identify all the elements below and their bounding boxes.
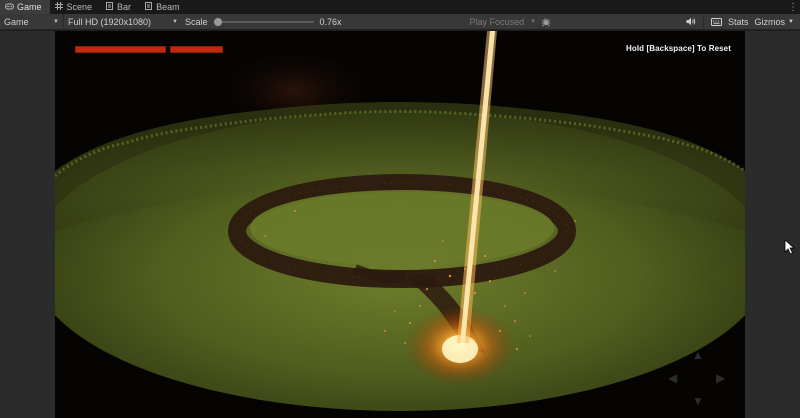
display-mode-dropdown[interactable]: Game ▼	[0, 13, 64, 30]
health-bar	[75, 46, 166, 53]
display-mode-value: Game	[4, 16, 29, 27]
tab-game[interactable]: Game	[0, 0, 50, 14]
scale-label: Scale	[185, 16, 208, 27]
game-render-view[interactable]: Hold [Backspace] To Reset ▲ ▼ ◀ ▶	[55, 31, 745, 418]
scene-render	[55, 31, 745, 411]
chevron-down-icon: ▼	[530, 18, 537, 25]
gizmos-dropdown[interactable]: Gizmos ▼	[755, 17, 794, 27]
dpad-left-icon[interactable]: ◀	[668, 372, 677, 384]
script-icon	[143, 2, 153, 12]
stats-toggle[interactable]: Stats	[728, 17, 749, 27]
editor-tab-bar: Game Scene Bar Beam ⋮	[0, 0, 800, 14]
gamepad-icon	[4, 3, 14, 12]
chevron-down-icon: ▼	[53, 18, 59, 25]
play-mode-value: Play Focused	[469, 16, 525, 27]
dpad-right-icon[interactable]: ▶	[716, 372, 725, 384]
scale-value: 0.76x	[319, 16, 342, 27]
scale-slider[interactable]	[213, 14, 314, 30]
more-options-icon[interactable]: ⋮	[786, 0, 800, 14]
reset-hint-text: Hold [Backspace] To Reset	[625, 44, 731, 53]
slider-thumb[interactable]	[213, 17, 222, 26]
tab-label: Game	[17, 2, 42, 12]
play-mode-dropdown[interactable]: Play Focused ▼	[470, 17, 536, 27]
gizmos-label: Gizmos	[754, 16, 786, 27]
slider-track	[213, 20, 314, 23]
chevron-down-icon: ▼	[172, 18, 178, 25]
tab-beam[interactable]: Beam	[139, 0, 188, 14]
tab-bar[interactable]: Bar	[100, 0, 139, 14]
game-view-toolbar: Game ▼ Full HD (1920x1080) ▼ Scale 0.76x…	[0, 13, 800, 30]
toolbar-right-group: Stats Gizmos ▼	[685, 15, 800, 28]
bug-icon[interactable]	[540, 16, 552, 28]
keyboard-icon[interactable]	[710, 16, 722, 28]
toolbar-divider	[703, 15, 705, 28]
tab-label: Scene	[66, 2, 93, 12]
tab-label: Bar	[117, 2, 132, 12]
mouse-cursor-icon	[784, 239, 796, 255]
tab-label: Beam	[156, 2, 180, 12]
dpad-down-icon[interactable]: ▼	[692, 395, 704, 407]
energy-bar	[170, 46, 223, 53]
dpad-up-icon[interactable]: ▲	[692, 349, 704, 361]
resolution-dropdown[interactable]: Full HD (1920x1080) ▼	[64, 14, 182, 30]
script-icon	[104, 2, 114, 12]
tab-scene[interactable]: Scene	[50, 0, 101, 14]
scene-grid-icon	[54, 2, 64, 12]
chevron-down-icon: ▼	[788, 18, 794, 25]
resolution-value: Full HD (1920x1080)	[68, 16, 152, 27]
audio-mute-icon[interactable]	[685, 16, 697, 28]
